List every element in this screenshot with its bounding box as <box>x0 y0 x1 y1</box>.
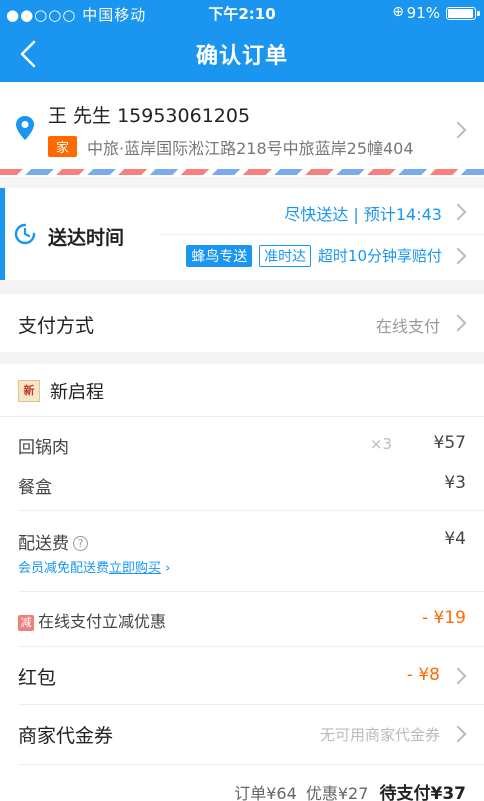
clock-icon <box>14 223 36 245</box>
battery-icon <box>446 7 480 20</box>
chevron-right-icon <box>449 314 467 332</box>
divider <box>18 764 484 765</box>
order-summary: 订单¥64 优惠¥27 待支付¥37 <box>234 779 466 801</box>
red-packet-label[interactable]: 红包 <box>18 663 56 690</box>
fengniao-badge: 蜂鸟专送 <box>186 245 253 267</box>
shop-logo-icon: 新 <box>18 380 40 402</box>
chevron-right-icon <box>449 247 467 265</box>
order-item-name: 回锅肉 <box>18 438 69 458</box>
online-promo-row: 减在线支付立减优惠 <box>18 608 166 632</box>
location-pin-icon <box>16 116 34 140</box>
online-promo-value: - ¥19 <box>422 608 466 628</box>
order-item-price: ¥57 <box>433 433 466 453</box>
voucher-label[interactable]: 商家代金券 <box>18 721 113 748</box>
page-title: 确认订单 <box>195 44 288 69</box>
discount-icon: 减 <box>18 615 34 631</box>
divider <box>160 234 484 235</box>
payment-method-label: 支付方式 <box>18 315 95 337</box>
delivery-time-card[interactable]: 送达时间 尽快送达 | 预计14:43 蜂鸟专送 准时达 超时10分钟享赔付 <box>0 188 484 280</box>
address-detail: 家中旅·蓝岸国际淞江路218号中旅蓝岸25幢404 <box>48 135 414 159</box>
vip-promo: 会员减免配送费立即购买 › <box>18 561 171 576</box>
status-bar: ●●○○○ 中国移动 下午2:10 ⊕ 91% <box>0 0 484 26</box>
order-card: 新 新启程 回锅肉 ×3 ¥57 餐盒 ¥3 配送费? ¥4 会员减免配送费立即… <box>0 364 484 801</box>
amount-due: 待支付¥37 <box>379 784 467 801</box>
divider <box>18 510 484 511</box>
red-packet-value[interactable]: - ¥8 <box>407 665 440 685</box>
online-promo-label: 在线支付立减优惠 <box>38 612 167 631</box>
delivery-fee-row: 配送费? <box>18 529 88 554</box>
delivery-fee-price: ¥4 <box>444 529 466 549</box>
payment-method-value: 在线支付 <box>375 317 440 336</box>
divider <box>0 416 484 417</box>
nav-bar: 确认订单 <box>0 26 484 82</box>
address-tag: 家 <box>48 136 78 157</box>
vip-buy-link[interactable]: 立即购买 <box>109 561 161 576</box>
battery-percent: 91% <box>406 4 440 22</box>
order-total: 订单¥64 <box>234 784 297 801</box>
chevron-right-icon <box>449 121 467 139</box>
order-item-qty: ×3 <box>369 435 392 453</box>
shop-name: 新启程 <box>50 382 104 403</box>
address-card[interactable]: 王 先生 15953061205 家中旅·蓝岸国际淞江路218号中旅蓝岸25幢4… <box>0 82 484 177</box>
voucher-value[interactable]: 无可用商家代金券 <box>320 724 440 745</box>
chevron-right-icon <box>449 203 467 221</box>
delivery-service-row[interactable]: 蜂鸟专送 准时达 超时10分钟享赔付 <box>186 245 442 267</box>
chevron-right-icon <box>449 667 467 685</box>
delivery-fee-label: 配送费 <box>18 534 69 554</box>
contact-name-phone: 王 先生 15953061205 <box>48 105 251 127</box>
envelope-border <box>0 169 484 175</box>
address-text: 中旅·蓝岸国际淞江路218号中旅蓝岸25幢404 <box>87 139 414 158</box>
rotation-lock-icon: ⊕ <box>392 4 404 20</box>
ontime-guarantee-text: 超时10分钟享赔付 <box>317 247 442 265</box>
delivery-time-label: 送达时间 <box>48 227 125 249</box>
divider <box>18 646 484 647</box>
question-mark-icon[interactable]: ? <box>73 536 88 551</box>
vip-note: 会员减免配送费 <box>18 561 110 576</box>
divider <box>18 591 484 592</box>
order-item-price: ¥3 <box>444 473 466 493</box>
payment-method-row[interactable]: 支付方式 在线支付 <box>0 294 484 352</box>
chevron-right-icon <box>449 725 467 743</box>
accent-bar <box>0 188 5 280</box>
divider <box>18 704 484 705</box>
ontime-badge: 准时达 <box>259 245 312 267</box>
delivery-estimate: 尽快送达 | 预计14:43 <box>284 205 442 224</box>
order-item-name: 餐盒 <box>18 478 52 498</box>
order-discount: 优惠¥27 <box>305 784 369 801</box>
